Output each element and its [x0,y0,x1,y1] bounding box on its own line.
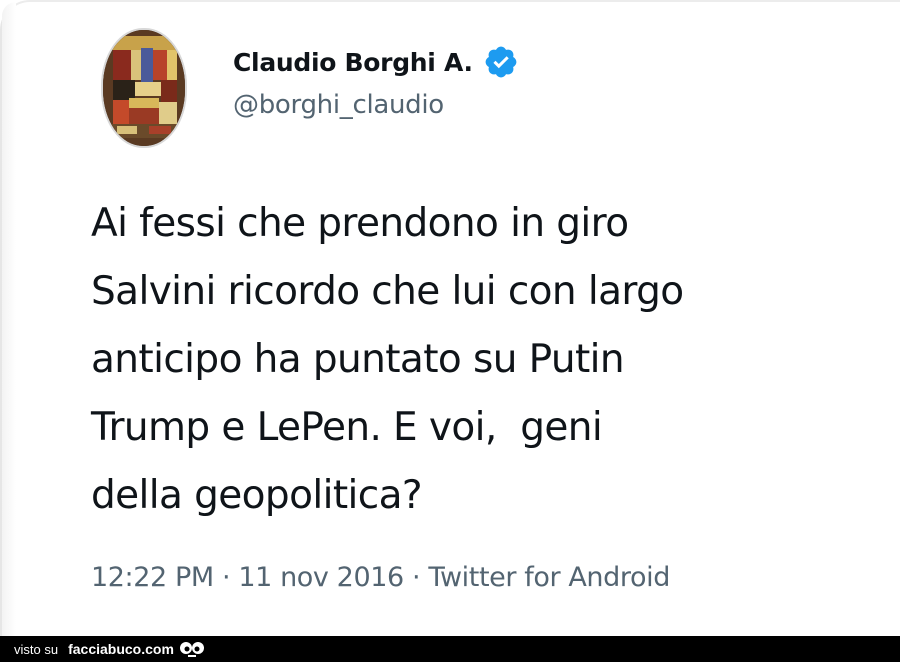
author-display-name[interactable]: Claudio Borghi A. [233,48,473,77]
verified-badge-icon [485,46,517,78]
tweet-text-line: anticipo ha puntato su Putin [91,337,625,382]
author-row: Claudio Borghi A. [233,42,519,82]
footer-site-name[interactable]: facciabuco.com [68,641,174,657]
tweet-meta: 12:22 PM · 11 nov 2016 · Twitter for And… [91,562,670,593]
author-handle[interactable]: @borghi_claudio [233,90,444,120]
tweet-date[interactable]: 11 nov 2016 [238,562,404,593]
meta-separator: · [403,562,429,593]
tweet-text-line: Salvini ricordo che lui con largo [91,269,684,314]
meta-separator: · [213,562,239,593]
tweet-text-line: Ai fessi che prendono in giro [91,201,629,246]
watermark-footer: visto su facciabuco.com [0,636,900,662]
tweet-text-line: Trump e LePen. E voi, geni [91,405,603,450]
eyes-icon [179,642,204,657]
tweet-source[interactable]: Twitter for Android [428,562,670,593]
tweet-text-line: della geopolitica? [91,473,423,518]
tweet-time[interactable]: 12:22 PM [91,562,214,593]
avatar[interactable] [103,30,185,146]
avatar-painting-icon [103,30,185,146]
tweet-text: Ai fessi che prendono in giro Salvini ri… [91,190,891,530]
card-edge [2,2,16,638]
tweet-card: Claudio Borghi A. @borghi_claudio Ai fes… [0,0,900,638]
footer-visto-su: visto su [14,641,59,657]
